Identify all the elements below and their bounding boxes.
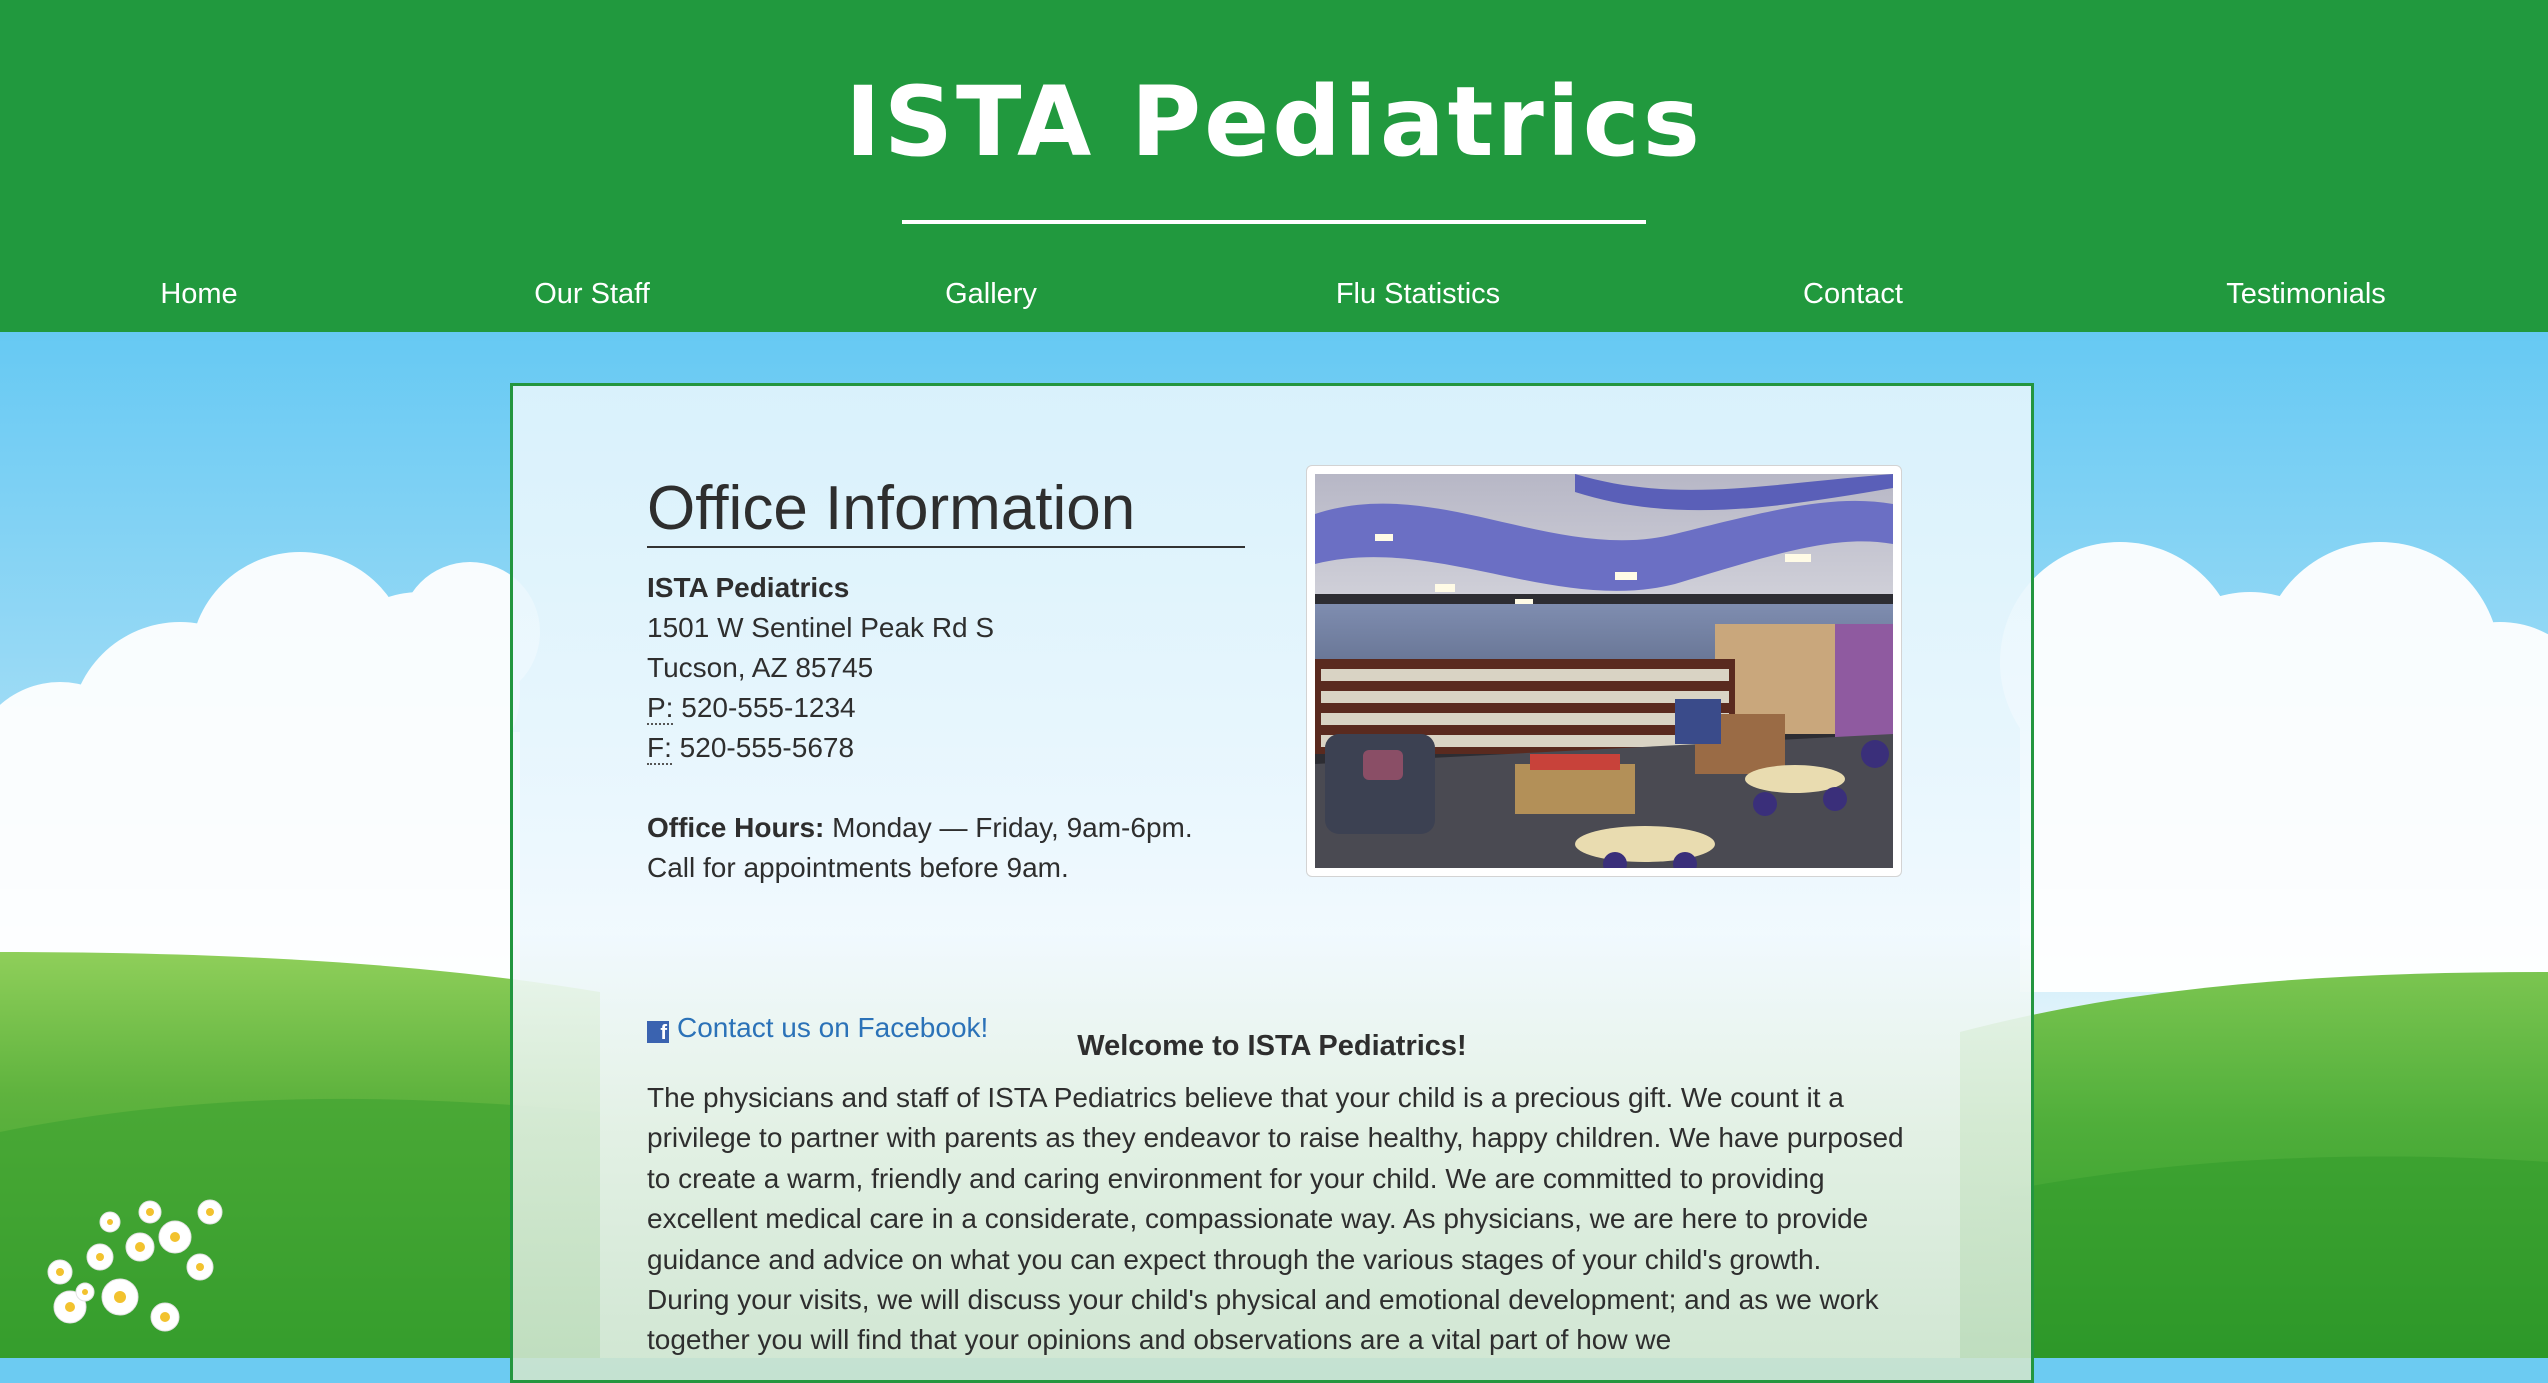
office-photo	[1306, 465, 1902, 877]
welcome-paragraph: The physicians and staff of ISTA Pediatr…	[647, 1082, 1904, 1356]
office-hours-line: Office Hours: Monday — Friday, 9am-6pm.	[647, 808, 1193, 848]
content-panel: Office Information ISTA Pediatrics 1501 …	[510, 383, 2034, 1383]
fax-abbr: F:	[647, 732, 672, 765]
phone-line: P: 520-555-1234	[647, 688, 1193, 728]
nav-item-contact[interactable]: Contact	[1803, 270, 1903, 318]
phone-number: 520-555-1234	[673, 692, 856, 723]
main-nav: Home Our Staff Gallery Flu Statistics Co…	[0, 270, 2548, 318]
phone-abbr: P:	[647, 692, 674, 725]
fax-number: 520-555-5678	[671, 732, 855, 763]
nav-item-home[interactable]: Home	[160, 270, 237, 318]
street-address: 1501 W Sentinel Peak Rd S	[647, 612, 995, 643]
city-state-zip: Tucson, AZ 85745	[647, 652, 874, 683]
waiting-room-photo	[1315, 474, 1893, 868]
appointments-note: Call for appointments before 9am.	[647, 852, 1069, 883]
site-header: ISTA Pediatrics Home Our Staff Gallery F…	[0, 0, 2548, 332]
practice-name: ISTA Pediatrics	[647, 572, 850, 603]
nav-item-flu-statistics[interactable]: Flu Statistics	[1336, 270, 1500, 318]
nav-item-testimonials[interactable]: Testimonials	[2226, 270, 2386, 318]
site-logo-title[interactable]: ISTA Pediatrics	[0, 62, 2548, 182]
office-hours-value: Monday — Friday, 9am-6pm.	[824, 812, 1193, 843]
office-hours-label: Office Hours:	[647, 812, 825, 843]
header-divider	[902, 220, 1646, 224]
office-information-heading: Office Information	[647, 472, 1245, 548]
nav-item-our-staff[interactable]: Our Staff	[534, 270, 650, 318]
welcome-heading: Welcome to ISTA Pediatrics!	[1077, 1030, 1467, 1062]
nav-item-gallery[interactable]: Gallery	[945, 270, 1037, 318]
fax-line: F: 520-555-5678	[647, 728, 1193, 768]
office-address-block: ISTA Pediatrics 1501 W Sentinel Peak Rd …	[647, 568, 1193, 888]
